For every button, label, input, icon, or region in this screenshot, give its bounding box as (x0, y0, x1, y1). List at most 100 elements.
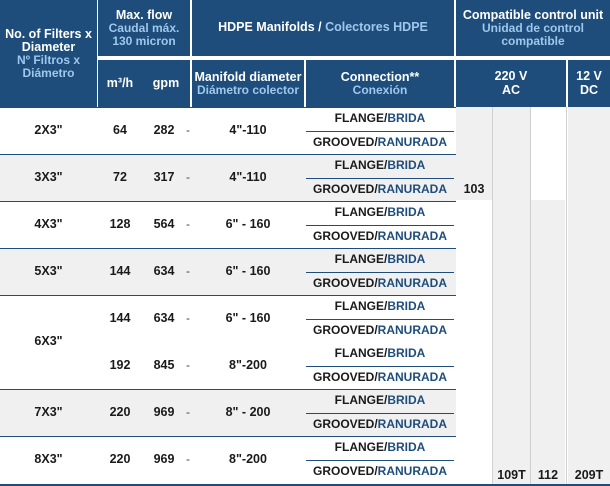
connection-grooved-es: RANURADA (377, 182, 447, 197)
connection-flange-es: BRIDA (387, 111, 426, 126)
m3h-cell: 64 (113, 122, 127, 137)
header-filters-es: Nº Filtros x Diámetro (16, 53, 81, 80)
connection-flange: FLANGE / BRIDA (306, 201, 454, 225)
header-220v: 220 V AC (456, 60, 566, 107)
connection-flange-es: BRIDA (387, 440, 426, 455)
header-gpm-label: gpm (152, 75, 180, 90)
connection-grooved-en: GROOVED (312, 135, 375, 150)
connection-grooved: GROOVED / RANURADA (306, 318, 454, 343)
connection-flange-en: FLANGE (334, 440, 384, 455)
diameter-cell: 6" - 160 (225, 263, 271, 278)
connection-flange-en: FLANGE (334, 393, 384, 408)
control-col-112-top (531, 107, 565, 200)
filters-cell: 3X3" (34, 169, 63, 184)
header-manifold-diameter: Manifold diameter Diámetro colector (192, 60, 304, 107)
diameter-cell: 8" - 200 (225, 404, 271, 419)
m3h-cell: 72 (113, 169, 127, 184)
diameter-cell: 8"-200 (229, 451, 267, 466)
control-unit-109t: 109T (493, 107, 530, 486)
control-col-103-bottom (456, 202, 492, 486)
header-12v-line2: DC (579, 82, 599, 97)
control-divider-2 (530, 107, 531, 486)
filters-cell: 2X3" (34, 122, 63, 137)
header-connection-en: Connection** (340, 69, 420, 84)
header-filters-en: No. of Filters x Diameter (5, 26, 92, 54)
header-220v-line1: 220 V (494, 69, 528, 84)
connection-grooved: GROOVED / RANURADA (306, 459, 454, 484)
header-gpm: gpm (142, 60, 190, 107)
diameter-cell: 8"-200 (229, 357, 267, 372)
connection-flange-es: BRIDA (387, 346, 426, 361)
connection-flange-es: BRIDA (387, 205, 426, 220)
connection-grooved-es: RANURADA (377, 370, 447, 385)
filters-cell: 4X3" (34, 216, 63, 231)
connection-grooved: GROOVED / RANURADA (306, 412, 454, 437)
m3h-cell: 220 (109, 404, 131, 419)
connection-grooved-en: GROOVED (312, 323, 375, 338)
connection-grooved: GROOVED / RANURADA (306, 365, 454, 390)
diameter-cell: 4"-110 (229, 169, 267, 184)
connection-flange-en: FLANGE (334, 299, 384, 314)
control-unit-112-label: 112 (537, 467, 559, 482)
connection-flange: FLANGE / BRIDA (306, 154, 454, 178)
filters-cell: 7X3" (34, 404, 63, 419)
m3h-cell: 128 (109, 216, 131, 231)
header-manifold-diameter-en: Manifold diameter (194, 69, 302, 84)
header-compatible: Compatible control unit Unidad de contro… (456, 0, 610, 56)
header-manifold-diameter-es: Diámetro colector (196, 82, 300, 97)
diameter-cell: 6" - 160 (225, 216, 271, 231)
connection-grooved-es: RANURADA (377, 464, 447, 479)
control-unit-112: 112 (531, 200, 565, 486)
connection-flange: FLANGE / BRIDA (306, 389, 454, 413)
connection-flange-en: FLANGE (334, 205, 384, 220)
connection-flange: FLANGE / BRIDA (306, 342, 454, 366)
connection-flange-en: FLANGE (334, 111, 384, 126)
m3h-cell: 144 (109, 310, 131, 325)
header-hdpe-sep: / (314, 20, 326, 35)
diameter-cell: 6" - 160 (225, 310, 271, 325)
header-maxflow: Max. flow Caudal máx. 130 micron (98, 0, 190, 56)
connection-flange: FLANGE / BRIDA (306, 248, 454, 272)
diameter-cell: 4"-110 (229, 122, 267, 137)
connection-grooved: GROOVED / RANURADA (306, 130, 454, 155)
header-hdpe-en: HDPE Manifolds (218, 20, 315, 35)
connection-flange-es: BRIDA (387, 158, 426, 173)
connection-grooved-en: GROOVED (312, 464, 375, 479)
header-compatible-en: Compatible control unit (462, 7, 604, 22)
connection-grooved-es: RANURADA (377, 417, 447, 432)
connection-grooved: GROOVED / RANURADA (306, 271, 454, 296)
connection-flange-en: FLANGE (334, 346, 384, 361)
connection-grooved-es: RANURADA (377, 323, 447, 338)
connection-grooved-es: RANURADA (377, 276, 447, 291)
connection-flange-en: FLANGE (334, 158, 384, 173)
filters-cell: 6X3" (34, 334, 63, 349)
control-divider-3 (566, 107, 567, 486)
connection-grooved-en: GROOVED (312, 276, 375, 291)
header-maxflow-en: Max. flow (115, 7, 173, 22)
connection-grooved-es: RANURADA (377, 229, 447, 244)
connection-grooved-en: GROOVED (312, 417, 375, 432)
filters-cell: 5X3" (34, 263, 63, 278)
header-filters: No. of Filters x Diameter Nº Filtros x D… (0, 0, 97, 107)
header-connection: Connection** Conexión (306, 60, 454, 107)
header-maxflow-es: Caudal máx. (108, 20, 180, 35)
header-maxflow-note: 130 micron (112, 33, 176, 48)
connection-flange: FLANGE / BRIDA (306, 436, 454, 460)
control-unit-209t: 209T (568, 107, 610, 486)
connection-grooved-en: GROOVED (312, 370, 375, 385)
m3h-cell: 144 (109, 263, 131, 278)
control-unit-103-label: 103 (463, 182, 485, 197)
header-connection-es: Conexión (352, 82, 408, 97)
header-220v-line2: AC (501, 82, 521, 97)
filters-cell: 8X3" (34, 451, 63, 466)
header-hdpe: HDPE Manifolds / Colectores HDPE (192, 0, 454, 56)
connection-grooved-en: GROOVED (312, 229, 375, 244)
header-compatible-es: Unidad de control compatible (482, 20, 584, 48)
header-m3h-label: m³/h (106, 75, 134, 90)
header-12v-line1: 12 V (576, 69, 602, 84)
control-divider-1 (492, 107, 493, 486)
connection-grooved-es: RANURADA (377, 135, 447, 150)
header-12v: 12 V DC (568, 60, 610, 107)
connection-grooved: GROOVED / RANURADA (306, 177, 454, 202)
m3h-cell: 192 (109, 357, 131, 372)
